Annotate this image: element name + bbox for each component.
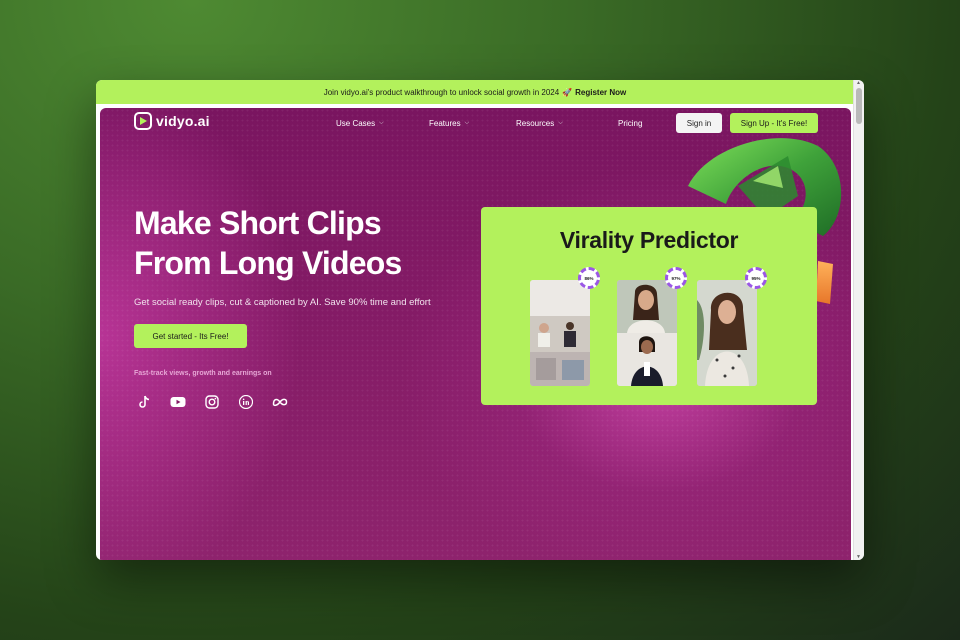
chevron-down-icon: ⌵ xyxy=(379,120,384,126)
nav-resources[interactable]: Resources ⌵ xyxy=(516,119,563,128)
nav-features-label: Features xyxy=(429,119,461,128)
rocket-icon: 🚀 xyxy=(562,87,573,97)
nav-pricing-label: Pricing xyxy=(618,119,643,128)
hero-title-line-1: Make Short Clips xyxy=(134,205,382,241)
announcement-bar: Join vidyo.ai's product walkthrough to u… xyxy=(96,80,854,104)
virality-score-badge-1: 86% xyxy=(578,267,600,289)
top-nav: vidyo.ai Use Cases ⌵ Features ⌵ Resource… xyxy=(100,108,851,142)
fasttrack-caption: Fast-track views, growth and earnings on xyxy=(134,370,272,377)
register-now-link[interactable]: Register Now xyxy=(575,88,626,97)
chevron-down-icon: ⌵ xyxy=(558,120,563,126)
social-platforms xyxy=(136,394,288,410)
scroll-down-arrow-icon[interactable]: ▼ xyxy=(856,554,861,560)
meta-icon xyxy=(272,394,288,410)
virality-score-badge-3: 95% xyxy=(745,267,767,289)
hero-page: vidyo.ai Use Cases ⌵ Features ⌵ Resource… xyxy=(100,108,851,560)
vidyo-logo-icon xyxy=(134,112,152,130)
clip-thumbnail-2[interactable] xyxy=(617,280,677,386)
nav-resources-label: Resources xyxy=(516,119,555,128)
virality-score-badge-2: 97% xyxy=(665,267,687,289)
nav-features[interactable]: Features ⌵ xyxy=(429,119,469,128)
virality-predictor-title: Virality Predictor xyxy=(559,227,739,253)
scroll-up-arrow-icon[interactable]: ▲ xyxy=(856,80,861,86)
nav-pricing[interactable]: Pricing xyxy=(618,119,642,128)
youtube-icon xyxy=(170,394,186,410)
hero-subtitle: Get social ready clips, cut & captioned … xyxy=(134,297,431,308)
scrollbar[interactable]: ▲ ▼ xyxy=(853,80,864,560)
nav-use-cases-label: Use Cases xyxy=(336,119,376,128)
vidyo-logo[interactable]: vidyo.ai xyxy=(134,112,210,130)
sign-up-button[interactable]: Sign Up - It's Free! xyxy=(730,113,818,133)
browser-window: Join vidyo.ai's product walkthrough to u… xyxy=(96,80,864,560)
tiktok-icon xyxy=(136,394,152,410)
hero-title-line-2: From Long Videos xyxy=(134,245,402,281)
get-started-button[interactable]: Get started - Its Free! xyxy=(134,324,247,348)
linkedin-icon xyxy=(238,394,254,410)
nav-use-cases[interactable]: Use Cases ⌵ xyxy=(336,119,384,128)
brand-name: vidyo.ai xyxy=(156,113,210,129)
scrollbar-thumb[interactable] xyxy=(856,88,862,124)
clip-thumbnail-1[interactable] xyxy=(530,280,590,386)
instagram-icon xyxy=(204,394,220,410)
chevron-down-icon: ⌵ xyxy=(464,120,470,126)
clip-thumbnail-3[interactable] xyxy=(697,280,757,386)
announcement-text: Join vidyo.ai's product walkthrough to u… xyxy=(323,87,560,97)
virality-predictor-card: Virality Predictor 86% 97% 95% xyxy=(481,207,817,405)
sign-in-button[interactable]: Sign in xyxy=(676,113,722,133)
hero-title: Make Short Clips From Long Videos xyxy=(134,203,474,283)
